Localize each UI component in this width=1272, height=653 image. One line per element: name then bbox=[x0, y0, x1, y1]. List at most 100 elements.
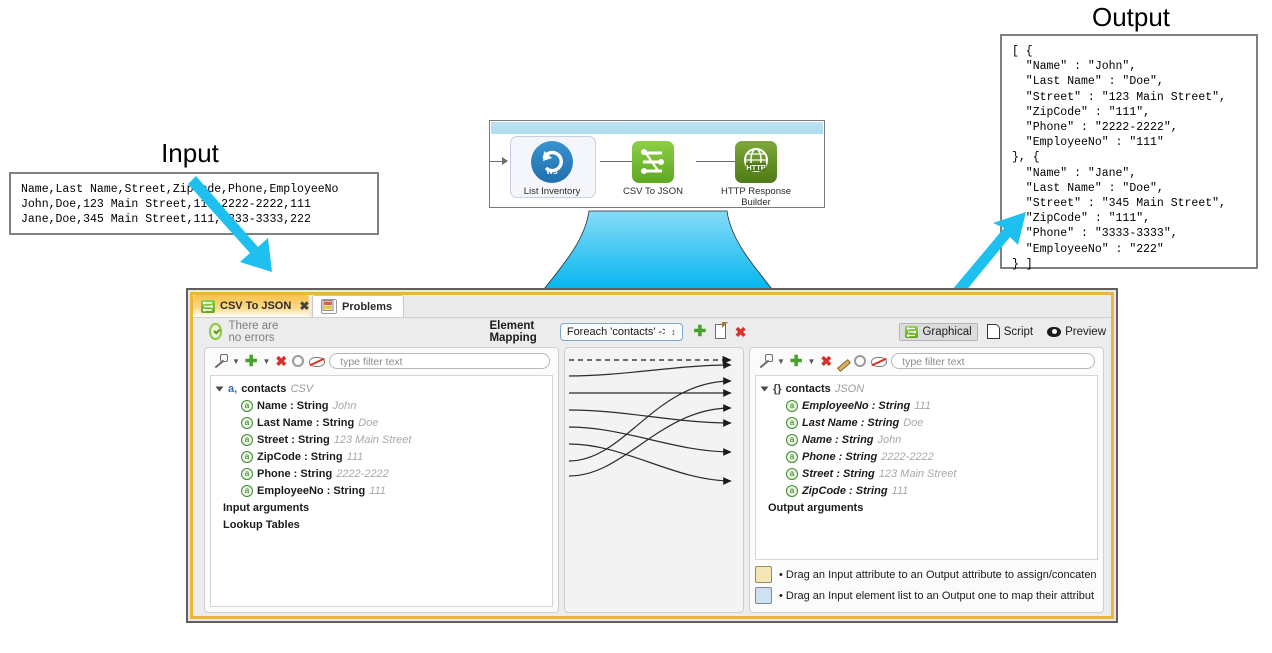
problems-icon bbox=[321, 299, 337, 314]
view-mode-graphical[interactable]: Graphical bbox=[899, 323, 977, 341]
mapping-link bbox=[569, 427, 731, 452]
attribute-icon: a bbox=[241, 485, 253, 497]
mapping-canvas[interactable] bbox=[564, 347, 744, 613]
hint-row: • Drag an Input attribute to an Output a… bbox=[755, 564, 1098, 585]
expand-triangle-icon[interactable] bbox=[216, 386, 224, 391]
tree-item-attribute[interactable]: a Phone : String 2222-2222 bbox=[756, 448, 1097, 465]
view-mode-label: Graphical bbox=[922, 326, 971, 338]
output-code-box: [ { "Name" : "John", "Last Name" : "Doe"… bbox=[1000, 34, 1258, 269]
output-tree-panel[interactable]: ▼ ✚ ▼ ✖ type filter text {} contacts JSO… bbox=[749, 347, 1104, 613]
attr-name: Last Name bbox=[257, 417, 313, 429]
delete-node-button[interactable]: ✖ bbox=[275, 354, 287, 368]
input-tree[interactable]: a, contacts CSV a Name : String John a L… bbox=[210, 375, 553, 607]
add-node-button[interactable]: ✚ bbox=[790, 354, 803, 369]
preview-eye-icon bbox=[1047, 327, 1061, 337]
attribute-icon: a bbox=[786, 451, 798, 463]
tree-item-attribute[interactable]: a Street : String 123 Main Street bbox=[756, 465, 1097, 482]
attr-type: String bbox=[843, 468, 875, 480]
script-page-icon bbox=[987, 324, 1000, 339]
attr-type: String bbox=[322, 417, 354, 429]
tree-item-attribute[interactable]: a Street : String 123 Main Street bbox=[211, 431, 552, 448]
flow-diagram-header bbox=[491, 122, 823, 134]
attribute-icon: a bbox=[786, 468, 798, 480]
flow-node-csv-to-json[interactable]: CSV To JSON bbox=[605, 141, 701, 197]
flow-node-label: HTTP Response Builder bbox=[708, 186, 804, 208]
wand-icon[interactable] bbox=[758, 354, 772, 368]
chevron-down-icon[interactable]: ▼ bbox=[777, 357, 785, 366]
hide-eye-icon[interactable] bbox=[309, 356, 324, 367]
tree-section-lookup-tables[interactable]: Lookup Tables bbox=[211, 516, 552, 533]
delete-mapping-button[interactable]: ✖ bbox=[735, 325, 747, 339]
edit-mapping-button[interactable] bbox=[715, 324, 726, 339]
tree-item-attribute[interactable]: a EmployeeNo : String 111 bbox=[211, 482, 552, 499]
tree-node-type: JSON bbox=[835, 383, 864, 395]
tree-item-attribute[interactable]: a Phone : String 2222-2222 bbox=[211, 465, 552, 482]
flow-diagram[interactable]: WS List Inventory CSV To JSON bbox=[489, 120, 825, 208]
mapping-link bbox=[569, 410, 731, 423]
attr-value: Doe bbox=[358, 417, 378, 429]
tree-root-contacts[interactable]: a, contacts CSV bbox=[211, 380, 552, 397]
add-node-button[interactable]: ✚ bbox=[245, 354, 258, 369]
chevron-down-icon[interactable]: ▼ bbox=[263, 357, 271, 366]
attr-type: String bbox=[311, 451, 343, 463]
view-mode-script[interactable]: Script bbox=[982, 322, 1038, 341]
chevron-down-icon[interactable]: ▼ bbox=[808, 357, 816, 366]
attr-type: String bbox=[300, 468, 332, 480]
view-mode-preview[interactable]: Preview bbox=[1042, 324, 1111, 340]
mapping-links bbox=[565, 348, 745, 614]
input-tree-panel[interactable]: ▼ ✚ ▼ ✖ type filter text a, contacts CSV bbox=[204, 347, 559, 613]
drag-attribute-icon bbox=[755, 566, 772, 583]
output-tree[interactable]: {} contacts JSON a EmployeeNo : String 1… bbox=[755, 375, 1098, 560]
tab-csv-to-json[interactable]: CSV To JSON ✖ bbox=[193, 295, 309, 317]
wand-icon[interactable] bbox=[213, 354, 227, 368]
drag-element-icon bbox=[755, 587, 772, 604]
tree-root-contacts[interactable]: {} contacts JSON bbox=[756, 380, 1097, 397]
attr-type: String bbox=[298, 434, 330, 446]
chevron-down-icon[interactable]: ▼ bbox=[232, 357, 240, 366]
tree-item-attribute[interactable]: a Last Name : String Doe bbox=[756, 414, 1097, 431]
output-panel-toolbar: ▼ ✚ ▼ ✖ type filter text bbox=[750, 348, 1103, 374]
attr-value: 2222-2222 bbox=[881, 451, 934, 463]
attr-type: String bbox=[845, 451, 877, 463]
attr-type: String bbox=[856, 485, 888, 497]
output-callout-title: Output bbox=[990, 2, 1272, 33]
attr-name: Last Name bbox=[802, 417, 858, 429]
tree-section-input-arguments[interactable]: Input arguments bbox=[211, 499, 552, 516]
gear-icon[interactable] bbox=[292, 355, 304, 367]
tree-item-attribute[interactable]: a EmployeeNo : String 111 bbox=[756, 397, 1097, 414]
attr-name: EmployeeNo bbox=[257, 485, 324, 497]
tab-problems[interactable]: Problems bbox=[312, 295, 404, 317]
csv-root-icon: a, bbox=[228, 383, 237, 395]
input-code-box: Name,Last Name,Street,ZipCode,Phone,Empl… bbox=[9, 172, 379, 235]
delete-node-button[interactable]: ✖ bbox=[820, 354, 832, 368]
expand-triangle-icon[interactable] bbox=[761, 386, 769, 391]
tree-item-attribute[interactable]: a ZipCode : String 111 bbox=[211, 448, 552, 465]
output-filter-input[interactable]: type filter text bbox=[891, 353, 1095, 369]
mapping-link bbox=[569, 444, 731, 481]
add-mapping-button[interactable]: ✚ bbox=[694, 324, 707, 339]
editor-body: There are no errors Element Mapping Fore… bbox=[193, 317, 1111, 616]
attr-name: ZipCode bbox=[802, 485, 846, 497]
flow-node-list-inventory[interactable]: WS List Inventory bbox=[504, 141, 600, 197]
eclipse-editor-window[interactable]: CSV To JSON ✖ Problems There are no bbox=[186, 288, 1118, 623]
tree-item-attribute[interactable]: a Last Name : String Doe bbox=[211, 414, 552, 431]
attr-name: ZipCode bbox=[257, 451, 301, 463]
hint-row: • Drag an Input element list to an Outpu… bbox=[755, 585, 1098, 606]
attr-value: Doe bbox=[903, 417, 923, 429]
close-icon[interactable]: ✖ bbox=[299, 299, 309, 313]
input-filter-input[interactable]: type filter text bbox=[329, 353, 550, 369]
stepper-icon[interactable]: ↕ bbox=[671, 327, 676, 337]
tree-item-attribute[interactable]: a ZipCode : String 111 bbox=[756, 482, 1097, 499]
flow-node-http-response-builder[interactable]: HTTP HTTP Response Builder bbox=[708, 141, 804, 208]
gear-icon[interactable] bbox=[854, 355, 866, 367]
attr-name: Name bbox=[802, 434, 832, 446]
hide-eye-icon[interactable] bbox=[871, 356, 886, 367]
tree-item-attribute[interactable]: a Name : String John bbox=[756, 431, 1097, 448]
attr-value: 123 Main Street bbox=[879, 468, 957, 480]
element-mapping-select[interactable]: Foreach 'contacts' -> 'contac ↕ bbox=[560, 323, 683, 341]
tree-section-output-arguments[interactable]: Output arguments bbox=[756, 499, 1097, 516]
ruler-icon[interactable] bbox=[837, 355, 849, 367]
status-text: There are no errors bbox=[229, 320, 294, 344]
tree-item-attribute[interactable]: a Name : String John bbox=[211, 397, 552, 414]
attr-type: String bbox=[333, 485, 365, 497]
